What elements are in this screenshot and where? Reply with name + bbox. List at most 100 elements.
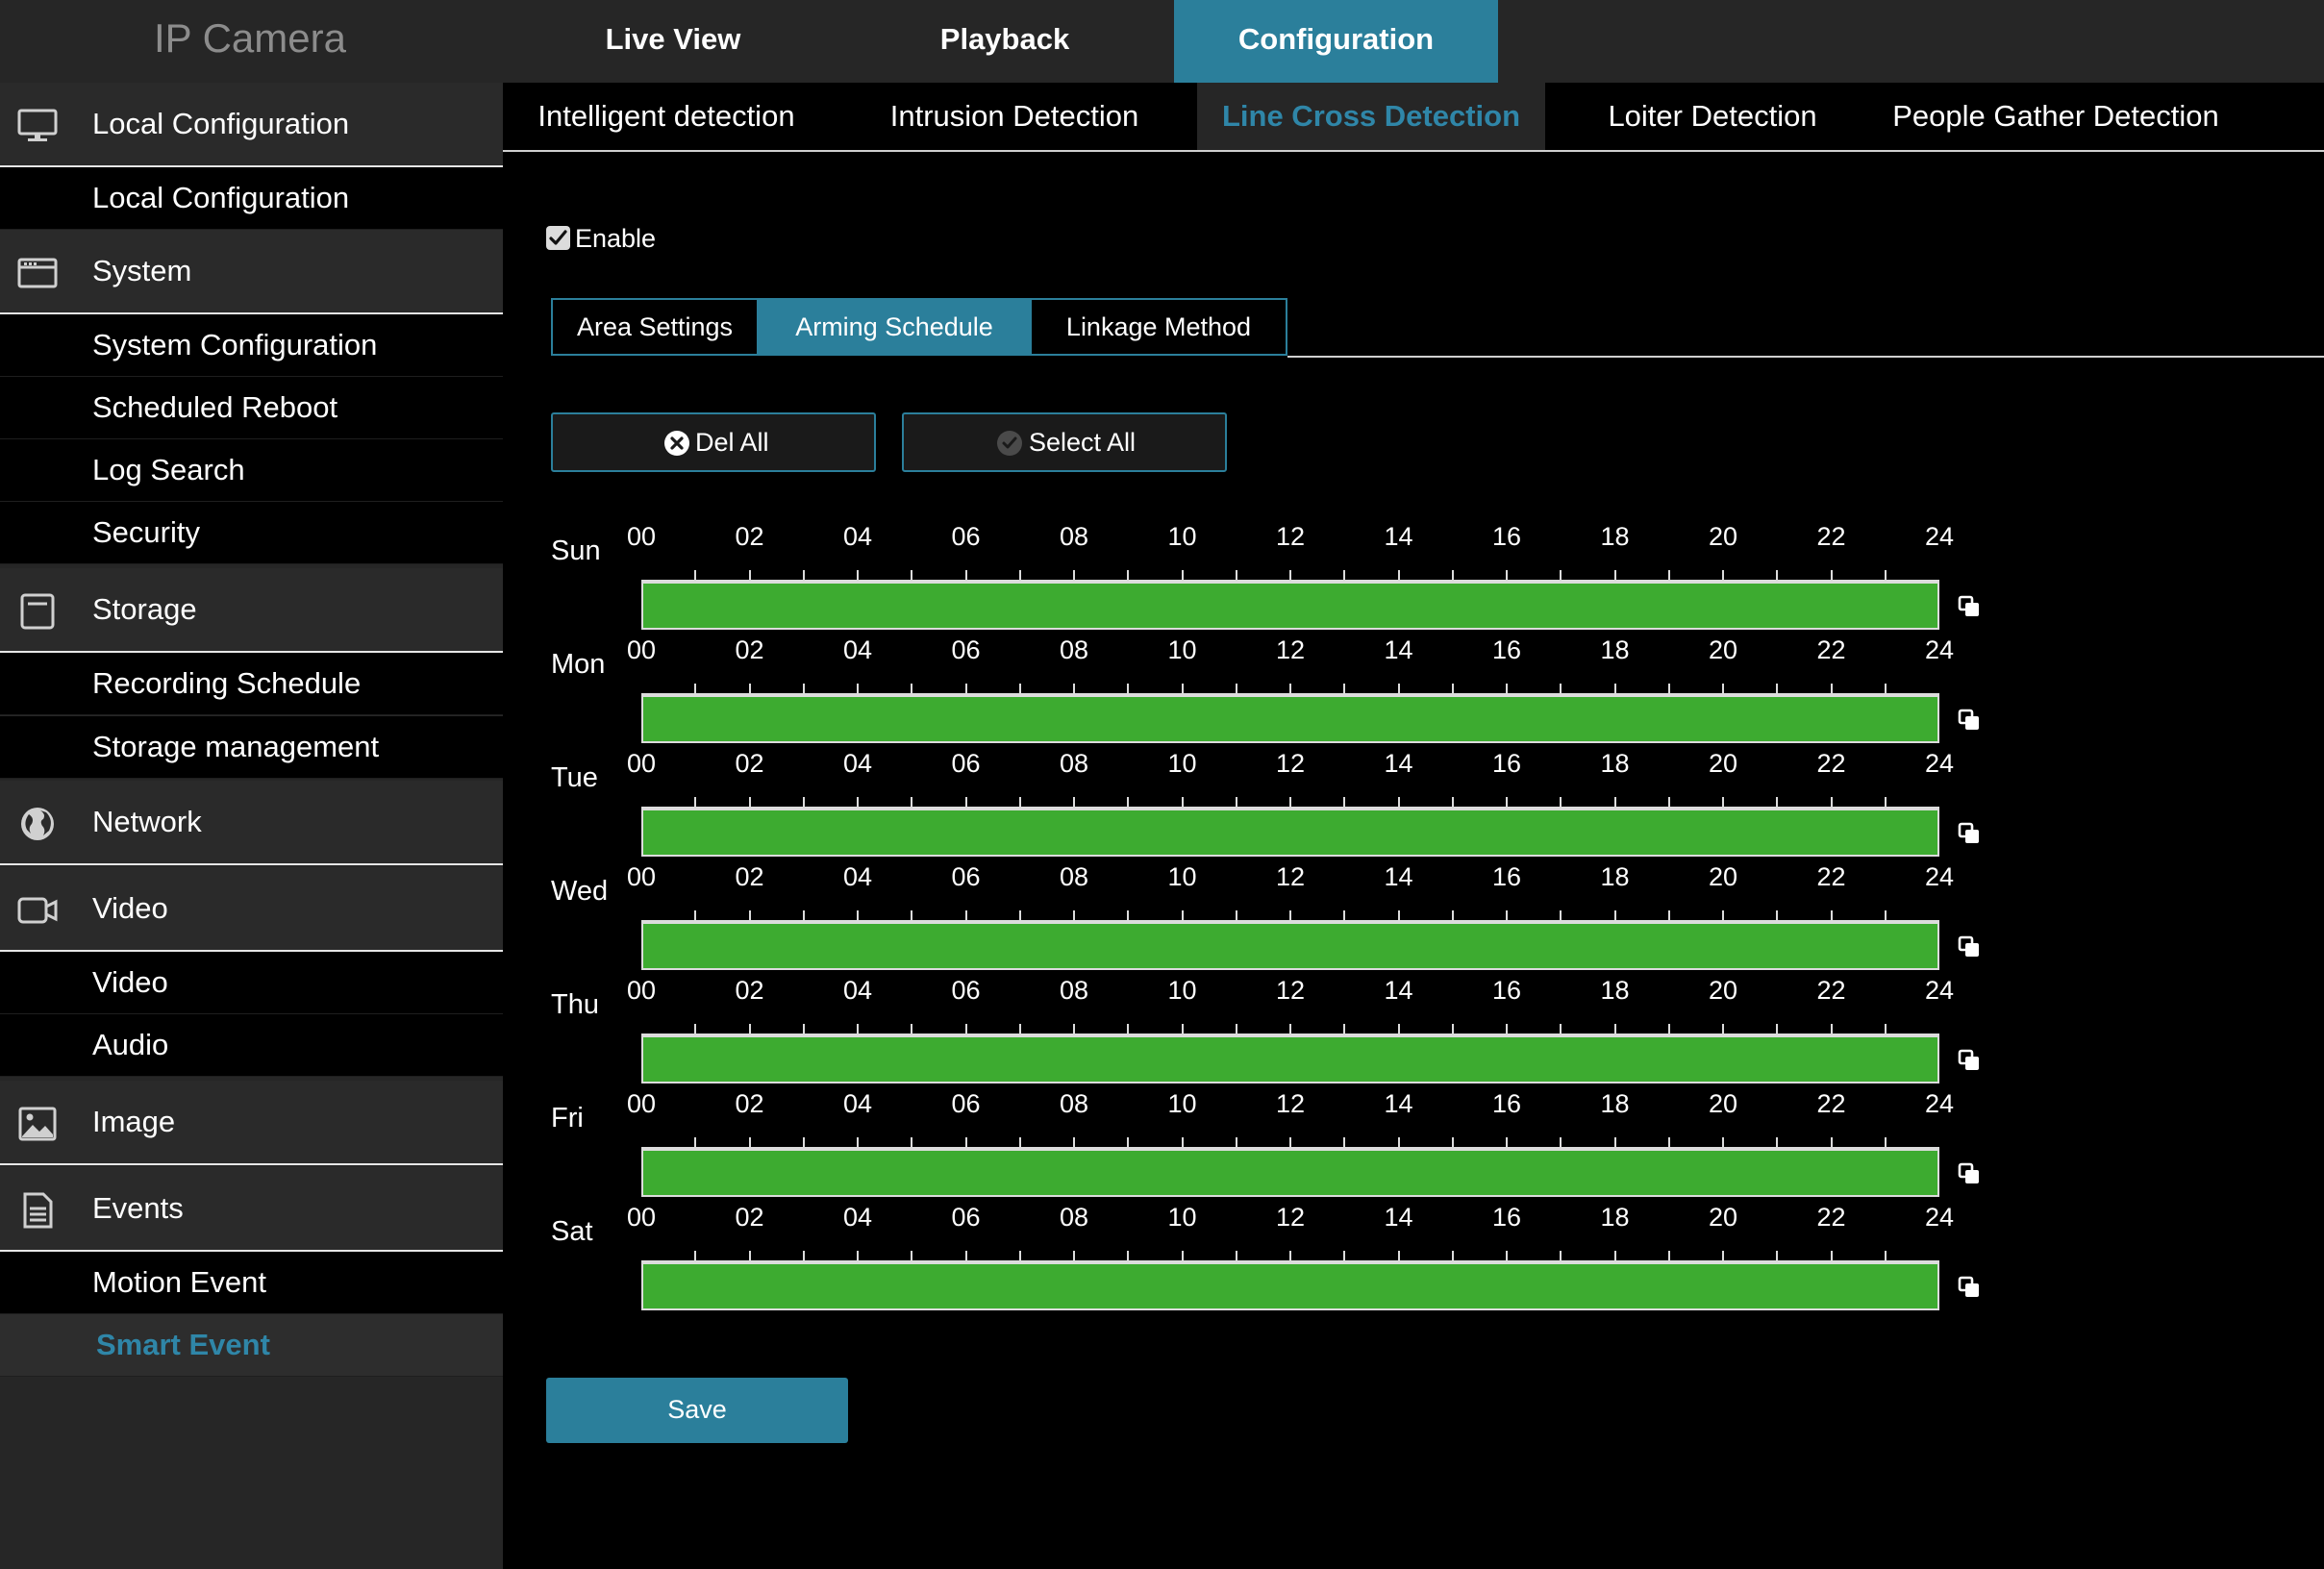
sidebar-group-label: Network bbox=[92, 805, 202, 838]
hour-label: 00 bbox=[626, 976, 657, 1005]
sidebar-item-local-configuration[interactable]: Local Configuration bbox=[0, 167, 503, 230]
sidebar-group-local-configuration[interactable]: Local Configuration bbox=[0, 83, 503, 167]
hour-label: 14 bbox=[1384, 749, 1413, 778]
hour-label: 24 bbox=[1924, 522, 1955, 551]
sidebar-item-security[interactable]: Security bbox=[0, 502, 503, 564]
day-label: Mon bbox=[551, 649, 606, 680]
checkmark-icon bbox=[549, 230, 567, 245]
copy-icon[interactable] bbox=[1956, 820, 1983, 847]
hour-label: 20 bbox=[1708, 862, 1738, 891]
tab-playback[interactable]: Playback bbox=[899, 0, 1111, 83]
hour-label: 24 bbox=[1924, 862, 1955, 891]
hour-label: 06 bbox=[951, 1089, 981, 1118]
hour-label: 02 bbox=[735, 635, 764, 664]
schedule-bar[interactable] bbox=[641, 1149, 1939, 1197]
sidebar-group-network[interactable]: Network bbox=[0, 781, 503, 865]
tab-loiter-detection[interactable]: Loiter Detection bbox=[1595, 83, 1830, 150]
schedule-bar[interactable] bbox=[641, 1035, 1939, 1083]
tab-line-cross-detection[interactable]: Line Cross Detection bbox=[1197, 83, 1545, 150]
enable-label: Enable bbox=[575, 224, 657, 253]
tab-area-settings[interactable]: Area Settings bbox=[553, 300, 757, 354]
hour-label: 04 bbox=[842, 862, 873, 891]
hour-label: 16 bbox=[1491, 976, 1522, 1005]
hour-label: 16 bbox=[1491, 749, 1522, 778]
hour-label: 12 bbox=[1275, 1203, 1306, 1232]
sidebar-item-label: Security bbox=[92, 515, 200, 549]
del-all-button[interactable]: Del All bbox=[551, 412, 876, 472]
tab-intrusion-detection[interactable]: Intrusion Detection bbox=[878, 83, 1151, 150]
hour-label: 06 bbox=[951, 749, 981, 778]
hour-label: 10 bbox=[1167, 976, 1197, 1005]
sidebar-item-motion-event[interactable]: Motion Event bbox=[0, 1252, 503, 1314]
hour-label: 20 bbox=[1708, 522, 1738, 551]
globe-icon bbox=[21, 808, 54, 840]
day-label: Sat bbox=[551, 1216, 593, 1247]
hour-label: 02 bbox=[735, 862, 764, 891]
hour-label: 04 bbox=[842, 522, 873, 551]
copy-icon[interactable] bbox=[1956, 934, 1983, 960]
sidebar-group-label: Local Configuration bbox=[92, 107, 350, 140]
tab-arming-schedule[interactable]: Arming Schedule bbox=[757, 300, 1032, 354]
sidebar-item-label: System Configuration bbox=[92, 328, 378, 361]
sidebar-item-system-configuration[interactable]: System Configuration bbox=[0, 314, 503, 377]
hour-label: 08 bbox=[1059, 862, 1089, 891]
detection-tabs: Intelligent detection Intrusion Detectio… bbox=[503, 83, 2324, 152]
schedule-bar[interactable] bbox=[641, 809, 1939, 857]
hour-label: 04 bbox=[842, 1089, 873, 1118]
sidebar-item-smart-event[interactable]: Smart Event bbox=[0, 1314, 503, 1377]
monitor-icon bbox=[17, 109, 58, 141]
hour-label: 14 bbox=[1384, 522, 1413, 551]
sidebar-item-audio[interactable]: Audio bbox=[0, 1014, 503, 1077]
hour-label: 14 bbox=[1384, 976, 1413, 1005]
schedule-bar[interactable] bbox=[641, 922, 1939, 970]
day-label: Tue bbox=[551, 762, 598, 793]
hour-label: 02 bbox=[735, 1203, 764, 1232]
hour-label: 22 bbox=[1816, 862, 1846, 891]
copy-icon[interactable] bbox=[1956, 1274, 1983, 1301]
hour-label: 08 bbox=[1059, 749, 1089, 778]
enable-checkbox[interactable] bbox=[546, 226, 570, 250]
sidebar-group-system[interactable]: System bbox=[0, 230, 503, 314]
hour-label: 14 bbox=[1384, 1203, 1413, 1232]
tab-live-view[interactable]: Live View bbox=[567, 0, 779, 83]
schedule-bar[interactable] bbox=[641, 582, 1939, 630]
copy-icon[interactable] bbox=[1956, 1160, 1983, 1187]
hour-label: 12 bbox=[1275, 976, 1306, 1005]
save-button[interactable]: Save bbox=[546, 1378, 848, 1443]
tab-configuration[interactable]: Configuration bbox=[1174, 0, 1498, 83]
hour-label: 22 bbox=[1816, 522, 1846, 551]
hour-label: 22 bbox=[1816, 1203, 1846, 1232]
hour-label: 00 bbox=[626, 635, 657, 664]
hour-label: 08 bbox=[1059, 1089, 1089, 1118]
tab-intelligent-detection[interactable]: Intelligent detection bbox=[522, 83, 811, 150]
sidebar-group-label: Storage bbox=[92, 592, 197, 626]
hour-label: 10 bbox=[1167, 635, 1197, 664]
hour-label: 20 bbox=[1708, 635, 1738, 664]
select-all-button[interactable]: Select All bbox=[902, 412, 1227, 472]
hour-label: 04 bbox=[842, 1203, 873, 1232]
sidebar-group-storage[interactable]: Storage bbox=[0, 568, 503, 653]
hour-label: 14 bbox=[1384, 635, 1413, 664]
tab-linkage-method[interactable]: Linkage Method bbox=[1032, 300, 1286, 354]
tab-people-gather-detection[interactable]: People Gather Detection bbox=[1878, 83, 2234, 150]
hour-label: 18 bbox=[1600, 749, 1630, 778]
sidebar-group-image[interactable]: Image bbox=[0, 1081, 503, 1165]
day-label: Wed bbox=[551, 876, 609, 907]
sidebar-item-storage-management[interactable]: Storage management bbox=[0, 716, 503, 779]
hour-label: 18 bbox=[1600, 976, 1630, 1005]
hour-label: 06 bbox=[951, 635, 981, 664]
hour-label: 12 bbox=[1275, 635, 1306, 664]
sidebar-item-recording-schedule[interactable]: Recording Schedule bbox=[0, 653, 503, 715]
sidebar-group-video[interactable]: Video bbox=[0, 867, 503, 952]
copy-icon[interactable] bbox=[1956, 707, 1983, 734]
schedule-bar[interactable] bbox=[641, 695, 1939, 743]
sidebar-item-scheduled-reboot[interactable]: Scheduled Reboot bbox=[0, 377, 503, 439]
sidebar-item-log-search[interactable]: Log Search bbox=[0, 439, 503, 502]
schedule-bar[interactable] bbox=[641, 1262, 1939, 1310]
sidebar-item-label: Video bbox=[92, 965, 168, 999]
copy-icon[interactable] bbox=[1956, 593, 1983, 620]
hour-label: 10 bbox=[1167, 862, 1197, 891]
sidebar-group-events[interactable]: Events bbox=[0, 1167, 503, 1252]
copy-icon[interactable] bbox=[1956, 1047, 1983, 1074]
sidebar-item-video[interactable]: Video bbox=[0, 952, 503, 1014]
